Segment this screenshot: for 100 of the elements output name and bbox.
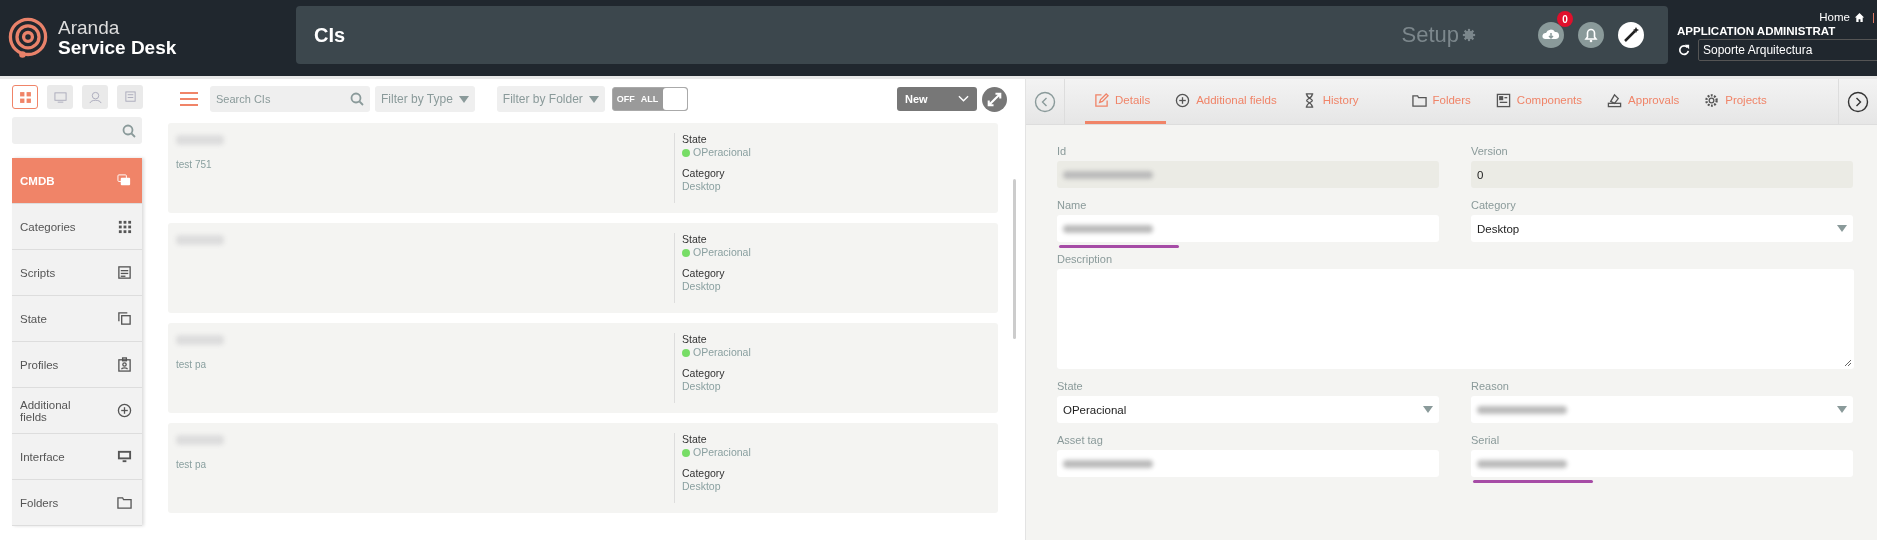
category-label: Category [682, 467, 726, 481]
house-icon[interactable] [1854, 11, 1865, 23]
chevron-down-icon [958, 95, 969, 103]
category-label: Category [682, 167, 726, 181]
brand-name: Aranda [58, 18, 121, 38]
status-dot [682, 148, 690, 157]
folder-icon [117, 495, 132, 510]
sidebar-item[interactable]: Categories [12, 204, 142, 250]
stamp-icon [1607, 92, 1623, 108]
previous-icon[interactable] [1034, 90, 1056, 113]
notification-badge: 0 [1557, 11, 1573, 27]
state-value: OPeracional [693, 346, 751, 360]
field-label: Version [1471, 144, 1509, 159]
view-toggle-button[interactable] [117, 85, 143, 109]
field-label: State [1057, 379, 1084, 394]
status-dot [682, 348, 690, 357]
next-icon[interactable] [1847, 90, 1869, 113]
search-icon[interactable] [122, 123, 136, 138]
panel-icon [1495, 92, 1511, 108]
separator-text: | [1872, 11, 1875, 23]
grid-icon [18, 90, 32, 104]
state-value: OPeracional [693, 446, 751, 460]
status-dot [682, 448, 690, 457]
field-label: Name [1057, 198, 1088, 213]
field-label: Category [1471, 198, 1517, 213]
sidebar-item[interactable]: Scripts [12, 250, 142, 296]
gear-icon [1704, 92, 1720, 108]
badge-icon [117, 357, 132, 372]
sidebar-item[interactable]: Profiles [12, 342, 142, 388]
category-value: Desktop [682, 180, 722, 194]
input-field[interactable] [1057, 161, 1439, 188]
dropdown-arrow-icon[interactable] [458, 95, 469, 103]
field-label: Asset tag [1057, 433, 1104, 448]
ci-card[interactable]: test 751 State OPeracional Category Desktop [168, 123, 998, 213]
plus-circle-icon [117, 403, 132, 418]
sidebar-item[interactable]: State [12, 296, 142, 342]
new-button[interactable]: New [897, 87, 977, 111]
state-value: OPeracional [693, 246, 751, 260]
status-dot [682, 248, 690, 257]
search-icon[interactable] [350, 92, 364, 106]
view-toggle-button[interactable] [82, 85, 108, 109]
description-field[interactable] [1057, 269, 1854, 369]
sidebar-item[interactable]: Folders [12, 480, 142, 526]
category-label: Category [682, 267, 726, 281]
page-title: CIs [314, 23, 346, 47]
sidebar-item[interactable]: Additional fields [12, 388, 142, 434]
folder-icon [1411, 92, 1427, 108]
field-label: Id [1057, 144, 1068, 159]
state-label: State [682, 433, 708, 447]
stack-icon [117, 173, 132, 188]
ci-card[interactable]: test pa State OPeracional Category Desktop [168, 423, 998, 513]
brand-product: Service Desk [58, 38, 177, 58]
user-role: APPLICATION ADMINISTRAT [1676, 25, 1836, 37]
group-selector[interactable]: Soporte Arquitectura [1698, 39, 1877, 61]
magic-wand-icon[interactable] [1618, 22, 1644, 48]
state-value: OPeracional [693, 146, 751, 160]
document-icon [123, 90, 137, 104]
search-field[interactable]: Search CIs [210, 86, 370, 112]
ci-card[interactable]: test pa State OPeracional Category Desktop [168, 323, 998, 413]
input-field[interactable]: 0 [1471, 161, 1853, 188]
plus-circle-icon [1175, 92, 1191, 108]
input-field[interactable] [1471, 450, 1853, 477]
category-label: Category [682, 367, 726, 381]
input-field[interactable] [1057, 450, 1439, 477]
scrollbar[interactable] [1013, 179, 1016, 339]
dropdown-arrow-icon[interactable] [588, 95, 599, 103]
menu-icon[interactable] [180, 92, 198, 106]
grid-icon [117, 219, 132, 234]
select-field[interactable]: Desktop [1471, 215, 1853, 242]
state-label: State [682, 133, 708, 147]
ci-description: test pa [176, 459, 208, 470]
select-field[interactable]: OPeracional [1057, 396, 1439, 423]
document-icon [117, 265, 132, 280]
sidebar-search-field[interactable] [12, 117, 142, 144]
field-label: Serial [1471, 433, 1501, 448]
ci-card[interactable]: State OPeracional Category Desktop [168, 223, 998, 313]
bell-icon[interactable] [1578, 22, 1604, 48]
gear-icon[interactable] [1462, 28, 1476, 42]
select-field[interactable] [1471, 396, 1853, 423]
field-label: Description [1057, 252, 1114, 267]
person-icon [88, 90, 102, 104]
dropdown-arrow-icon[interactable] [1837, 406, 1847, 413]
expand-icon[interactable] [982, 86, 1007, 112]
spiral-logo-icon [6, 16, 50, 60]
view-toggle-button[interactable] [47, 85, 73, 109]
category-value: Desktop [682, 480, 722, 494]
ci-description: test pa [176, 359, 208, 370]
refresh-icon[interactable] [1678, 44, 1690, 56]
sidebar-item[interactable]: Interface [12, 434, 142, 480]
monitor-icon [53, 90, 67, 104]
home-link[interactable]: Home [1819, 11, 1850, 23]
view-toggle-button[interactable] [12, 85, 38, 109]
edit-icon [1094, 92, 1109, 108]
dropdown-arrow-icon[interactable] [1837, 225, 1847, 232]
resize-grip-icon[interactable] [1844, 359, 1852, 367]
input-field[interactable] [1057, 215, 1439, 242]
copy-icon [117, 311, 132, 326]
dropdown-arrow-icon[interactable] [1423, 406, 1433, 413]
category-value: Desktop [682, 280, 722, 294]
cloud-download-icon[interactable] [1538, 22, 1564, 48]
